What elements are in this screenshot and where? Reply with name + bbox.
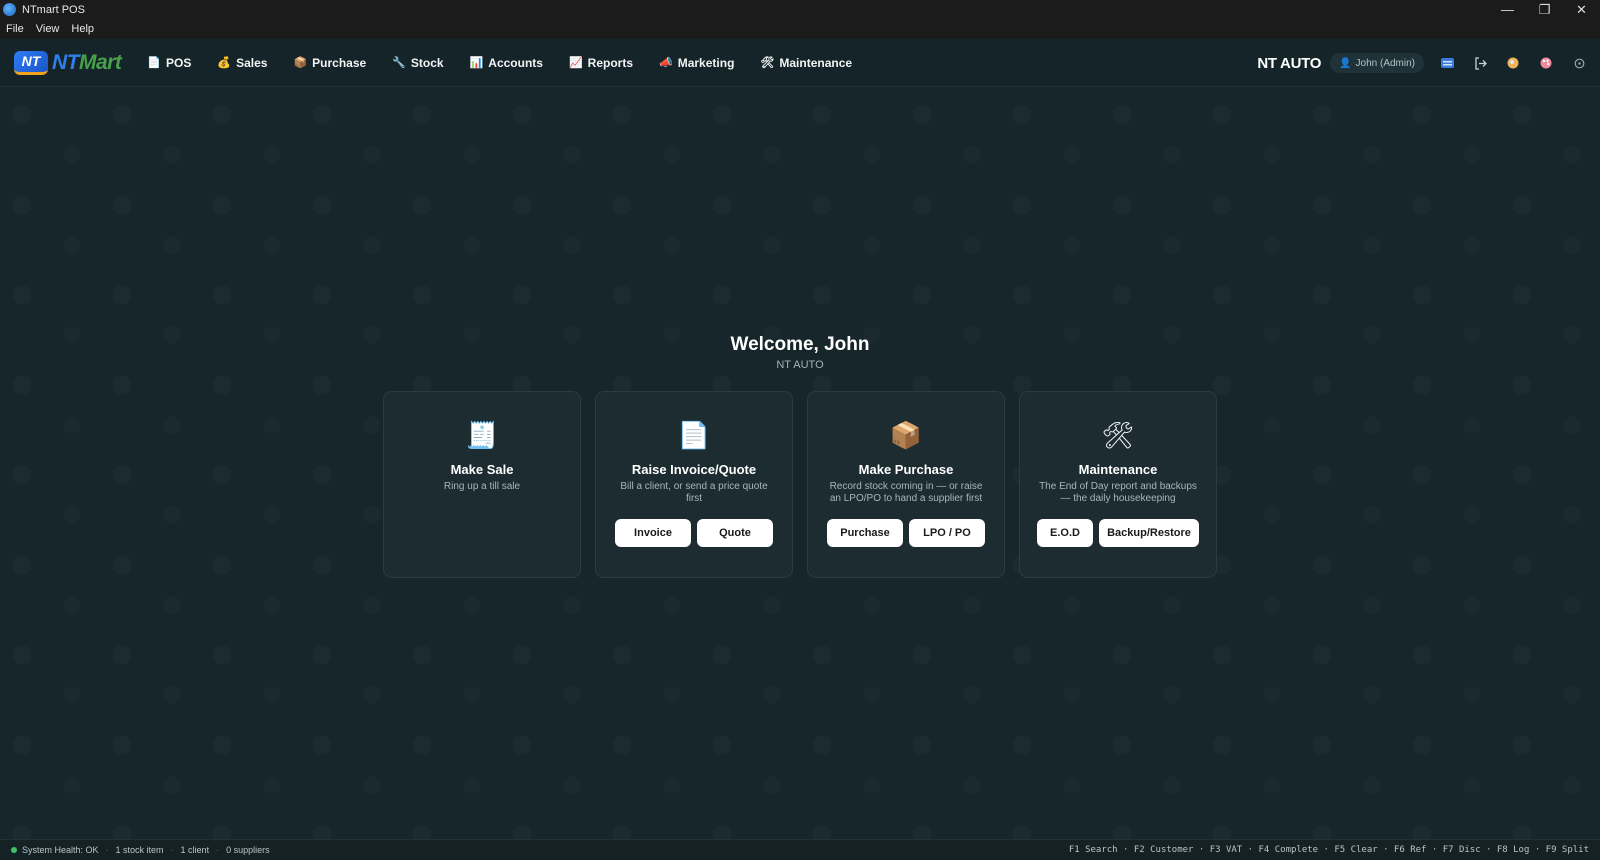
- purchase-button[interactable]: Purchase: [827, 519, 903, 547]
- tools-icon: 🛠: [760, 57, 775, 69]
- card-buttons: Invoice Quote: [596, 519, 792, 547]
- money-bag-icon: 💰: [217, 57, 232, 69]
- nav-item-purchase[interactable]: 📦 Purchase: [293, 56, 366, 70]
- eod-button[interactable]: E.O.D: [1037, 519, 1093, 547]
- menu-view[interactable]: View: [30, 23, 66, 35]
- menu-file[interactable]: File: [0, 23, 30, 35]
- action-cards: 🧾 Make Sale Ring up a till sale 📄 Raise …: [383, 391, 1217, 578]
- card-buttons: E.O.D Backup/Restore: [1020, 519, 1216, 547]
- nav-items: 📄 POS 💰 Sales 📦 Purchase 🔧 Stock 📊 Accounts 📈…: [147, 56, 878, 70]
- logo-text: NTMart: [52, 50, 122, 75]
- welcome-title: Welcome, John: [730, 334, 870, 355]
- close-button[interactable]: ✕: [1563, 0, 1600, 19]
- power-icon[interactable]: [1572, 56, 1586, 70]
- top-nav: NT NTMart 📄 POS 💰 Sales 📦 Purchase 🔧 Stock 📊…: [0, 39, 1600, 87]
- package-icon: 📦: [293, 57, 308, 69]
- nav-item-sales[interactable]: 💰 Sales: [217, 56, 267, 70]
- logout-icon[interactable]: [1473, 56, 1487, 70]
- nav-right: NT AUTO 👤 John (Admin): [1257, 39, 1586, 87]
- nav-item-label: Sales: [236, 55, 268, 70]
- nav-item-label: Stock: [410, 55, 444, 70]
- nav-item-label: Accounts: [488, 55, 543, 70]
- megaphone-icon: 📣: [659, 57, 673, 69]
- card-description: Ring up a till sale: [443, 481, 521, 492]
- status-left: System Health: OK · 1 stock item · 1 cli…: [11, 845, 270, 855]
- card-make-sale[interactable]: 🧾 Make Sale Ring up a till sale: [383, 391, 581, 578]
- client-count: 1 client: [180, 845, 210, 855]
- window-controls: — ❐ ✕: [1489, 0, 1600, 19]
- receipt-icon: 📄: [147, 57, 162, 69]
- separator: ·: [170, 845, 174, 855]
- wrench-icon: 🔧: [392, 57, 406, 69]
- card-raise-invoice-quote: 📄 Raise Invoice/Quote Bill a client, or …: [595, 391, 793, 578]
- nav-item-label: Purchase: [312, 55, 367, 70]
- nav-item-stock[interactable]: 🔧 Stock: [392, 56, 443, 70]
- stock-count: 1 stock item: [115, 845, 164, 855]
- card-make-purchase: 📦 Make Purchase Record stock coming in —…: [807, 391, 1005, 578]
- card-title: Make Purchase: [858, 462, 954, 477]
- menu-bar: File View Help: [0, 19, 1600, 39]
- separator: ·: [216, 845, 220, 855]
- logo-badge: NT: [14, 50, 48, 75]
- nav-item-maintenance[interactable]: 🛠 Maintenance: [760, 56, 852, 70]
- nav-item-pos[interactable]: 📄 POS: [147, 56, 191, 70]
- card-maintenance: 🛠 Maintenance The End of Day report and …: [1019, 391, 1217, 578]
- welcome-header: Welcome, John NT AUTO: [0, 334, 1600, 371]
- nav-item-accounts[interactable]: 📊 Accounts: [470, 56, 543, 70]
- company-name: NT AUTO: [1257, 54, 1322, 72]
- card-title: Raise Invoice/Quote: [631, 462, 757, 477]
- receipt-icon: 🧾: [465, 420, 499, 450]
- quote-button[interactable]: Quote: [697, 519, 773, 547]
- card-description: Bill a client, or send a price quote fir…: [620, 481, 768, 504]
- card-title: Make Sale: [450, 462, 514, 477]
- card-description: Record stock coming in — or raise an LPO…: [829, 481, 983, 504]
- lpo-po-button[interactable]: LPO / PO: [909, 519, 985, 547]
- package-icon: 📦: [889, 420, 923, 450]
- separator: ·: [105, 845, 109, 855]
- system-health: System Health: OK: [22, 845, 99, 855]
- nav-item-label: Marketing: [677, 55, 735, 70]
- user-pill[interactable]: 👤 John (Admin): [1330, 53, 1424, 73]
- card-buttons: Purchase LPO / PO: [808, 519, 1004, 547]
- invoice-button[interactable]: Invoice: [615, 519, 691, 547]
- minimize-button[interactable]: —: [1489, 0, 1526, 19]
- nav-item-label: Maintenance: [779, 55, 853, 70]
- palette-icon[interactable]: [1539, 56, 1553, 70]
- keyboard-shortcuts: F1 Search · F2 Customer · F3 VAT · F4 Co…: [1068, 845, 1589, 855]
- title-bar: NTmart POS — ❐ ✕: [0, 0, 1600, 19]
- logo-text-nt: NT: [52, 50, 80, 74]
- document-icon: 📄: [677, 420, 711, 450]
- user-icon: 👤: [1339, 57, 1352, 69]
- logo-text-mart: Mart: [79, 50, 122, 74]
- window-title: NTmart POS: [22, 3, 85, 16]
- health-status-dot: [11, 847, 17, 853]
- keyboard-icon[interactable]: [1440, 56, 1454, 70]
- app-icon: [3, 3, 16, 16]
- logo[interactable]: NT NTMart: [14, 50, 122, 75]
- line-chart-icon: 📈: [568, 57, 583, 69]
- backup-restore-button[interactable]: Backup/Restore: [1099, 519, 1199, 547]
- card-title: Maintenance: [1078, 462, 1158, 477]
- supplier-count: 0 suppliers: [226, 845, 270, 855]
- menu-help[interactable]: Help: [65, 23, 100, 35]
- nav-item-marketing[interactable]: 📣 Marketing: [659, 56, 734, 70]
- nav-item-label: Reports: [587, 55, 634, 70]
- tools-icon: 🛠: [1101, 420, 1135, 450]
- status-bar: System Health: OK · 1 stock item · 1 cli…: [0, 839, 1600, 860]
- restore-button[interactable]: ❐: [1526, 0, 1563, 19]
- card-description: The End of Day report and backups — the …: [1039, 481, 1197, 504]
- globe-icon[interactable]: [1506, 56, 1520, 70]
- nav-item-reports[interactable]: 📈 Reports: [569, 56, 633, 70]
- user-name: John (Admin): [1355, 57, 1415, 69]
- welcome-subtitle: NT AUTO: [776, 359, 824, 371]
- bar-chart-icon: 📊: [469, 57, 484, 69]
- nav-item-label: POS: [166, 55, 192, 70]
